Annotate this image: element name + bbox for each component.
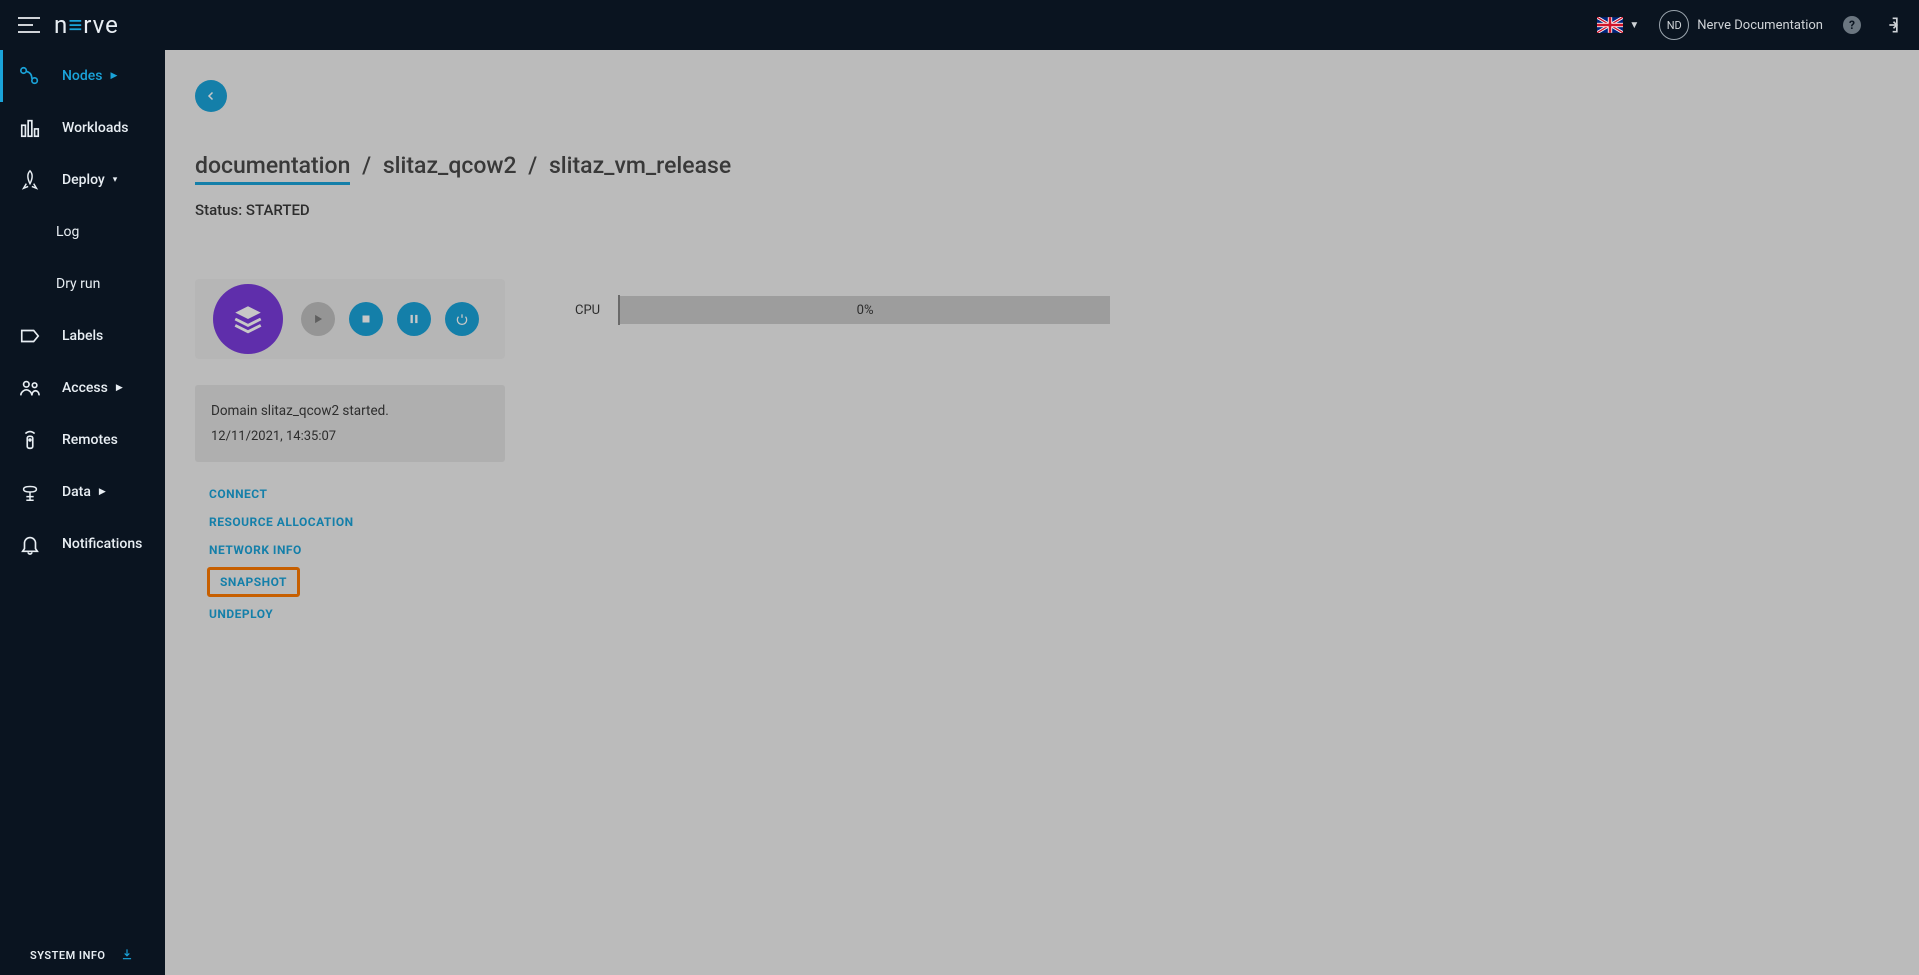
sidebar-label-log: Log bbox=[56, 224, 79, 240]
system-info-label: SYSTEM INFO bbox=[30, 949, 106, 962]
status-value: STARTED bbox=[246, 201, 310, 219]
notifications-icon bbox=[18, 532, 42, 556]
play-button[interactable] bbox=[301, 302, 335, 336]
remotes-icon bbox=[18, 428, 42, 452]
action-network-info[interactable]: NETWORK INFO bbox=[195, 536, 505, 564]
cpu-percent-value: 0% bbox=[857, 303, 874, 318]
stop-button[interactable] bbox=[349, 302, 383, 336]
sidebar-item-data[interactable]: Data ▶ bbox=[0, 466, 165, 518]
action-connect[interactable]: CONNECT bbox=[195, 480, 505, 508]
logo[interactable]: n≡rve bbox=[54, 11, 119, 40]
sidebar-item-nodes[interactable]: Nodes ▶ bbox=[0, 50, 165, 102]
sidebar-label-data: Data bbox=[62, 484, 91, 500]
language-flag-icon[interactable] bbox=[1597, 17, 1623, 33]
user-name-label[interactable]: Nerve Documentation bbox=[1697, 18, 1823, 33]
download-icon bbox=[120, 947, 134, 964]
sidebar-label-workloads: Workloads bbox=[62, 120, 128, 136]
sidebar-label-remotes: Remotes bbox=[62, 432, 118, 448]
user-avatar[interactable]: ND bbox=[1659, 10, 1689, 40]
chevron-right-icon: ▶ bbox=[99, 487, 106, 497]
sidebar-item-log[interactable]: Log bbox=[0, 206, 165, 258]
breadcrumb-text-0: documentation bbox=[195, 152, 350, 179]
topbar: n≡rve ▼ ND Nerve Documentation ? bbox=[0, 0, 1919, 50]
sidebar-item-remotes[interactable]: Remotes bbox=[0, 414, 165, 466]
labels-icon bbox=[18, 324, 42, 348]
event-timestamp: 12/11/2021, 14:35:07 bbox=[211, 429, 489, 444]
control-card bbox=[195, 279, 505, 359]
sidebar-label-labels: Labels bbox=[62, 328, 103, 344]
action-list: CONNECT RESOURCE ALLOCATION NETWORK INFO… bbox=[195, 480, 505, 628]
chevron-right-icon: ▶ bbox=[110, 71, 117, 81]
hamburger-menu-icon[interactable] bbox=[18, 17, 40, 33]
chevron-right-icon: ▶ bbox=[116, 383, 123, 393]
pause-button[interactable] bbox=[397, 302, 431, 336]
action-resource-allocation[interactable]: RESOURCE ALLOCATION bbox=[195, 508, 505, 536]
sidebar: Nodes ▶ Workloads Deploy ▾ Log Dry run bbox=[0, 50, 165, 975]
breadcrumb: documentation / slitaz_qcow2 / slitaz_vm… bbox=[195, 152, 1919, 179]
chevron-down-icon: ▾ bbox=[113, 175, 118, 185]
action-snapshot[interactable]: SNAPSHOT bbox=[207, 567, 300, 597]
logo-accent: ≡ bbox=[68, 11, 83, 40]
sidebar-label-dryrun: Dry run bbox=[56, 276, 100, 292]
sidebar-label-notifications: Notifications bbox=[62, 536, 142, 552]
sidebar-item-access[interactable]: Access ▶ bbox=[0, 362, 165, 414]
sidebar-label-deploy: Deploy bbox=[62, 172, 105, 188]
nodes-icon bbox=[18, 64, 42, 88]
cpu-usage-bar: 0% bbox=[620, 296, 1110, 324]
workload-type-icon bbox=[213, 284, 283, 354]
system-info-link[interactable]: SYSTEM INFO bbox=[0, 935, 165, 975]
sidebar-item-notifications[interactable]: Notifications bbox=[0, 518, 165, 570]
event-card: Domain slitaz_qcow2 started. 12/11/2021,… bbox=[195, 385, 505, 462]
help-icon[interactable]: ? bbox=[1843, 16, 1861, 34]
workloads-icon bbox=[18, 116, 42, 140]
sidebar-label-nodes: Nodes bbox=[62, 68, 102, 84]
sidebar-item-workloads[interactable]: Workloads bbox=[0, 102, 165, 154]
cpu-panel: CPU 0% bbox=[575, 295, 1110, 325]
logo-pre: n bbox=[54, 11, 68, 39]
sidebar-item-labels[interactable]: Labels bbox=[0, 310, 165, 362]
data-icon bbox=[18, 480, 42, 504]
breadcrumb-segment-2[interactable]: slitaz_vm_release bbox=[549, 152, 731, 179]
back-button[interactable] bbox=[195, 80, 227, 112]
breadcrumb-segment-1[interactable]: slitaz_qcow2 bbox=[383, 152, 517, 179]
event-message: Domain slitaz_qcow2 started. bbox=[211, 403, 489, 419]
avatar-initials: ND bbox=[1667, 19, 1682, 32]
breadcrumb-segment-0[interactable]: documentation bbox=[195, 152, 350, 179]
logout-icon[interactable] bbox=[1881, 15, 1901, 35]
action-undeploy[interactable]: UNDEPLOY bbox=[195, 600, 505, 628]
sidebar-item-dryrun[interactable]: Dry run bbox=[0, 258, 165, 310]
sidebar-label-access: Access bbox=[62, 380, 108, 396]
access-icon bbox=[18, 376, 42, 400]
breadcrumb-separator: / bbox=[362, 152, 371, 179]
sidebar-item-deploy[interactable]: Deploy ▾ bbox=[0, 154, 165, 206]
cpu-label: CPU bbox=[575, 303, 600, 318]
logo-post: rve bbox=[83, 11, 119, 39]
language-dropdown-caret-icon[interactable]: ▼ bbox=[1629, 20, 1639, 31]
breadcrumb-separator: / bbox=[528, 152, 537, 179]
restart-button[interactable] bbox=[445, 302, 479, 336]
main-content: documentation / slitaz_qcow2 / slitaz_vm… bbox=[165, 50, 1919, 975]
status-line: Status: STARTED bbox=[195, 201, 1919, 219]
status-label: Status: bbox=[195, 201, 246, 219]
deploy-icon bbox=[18, 168, 42, 192]
